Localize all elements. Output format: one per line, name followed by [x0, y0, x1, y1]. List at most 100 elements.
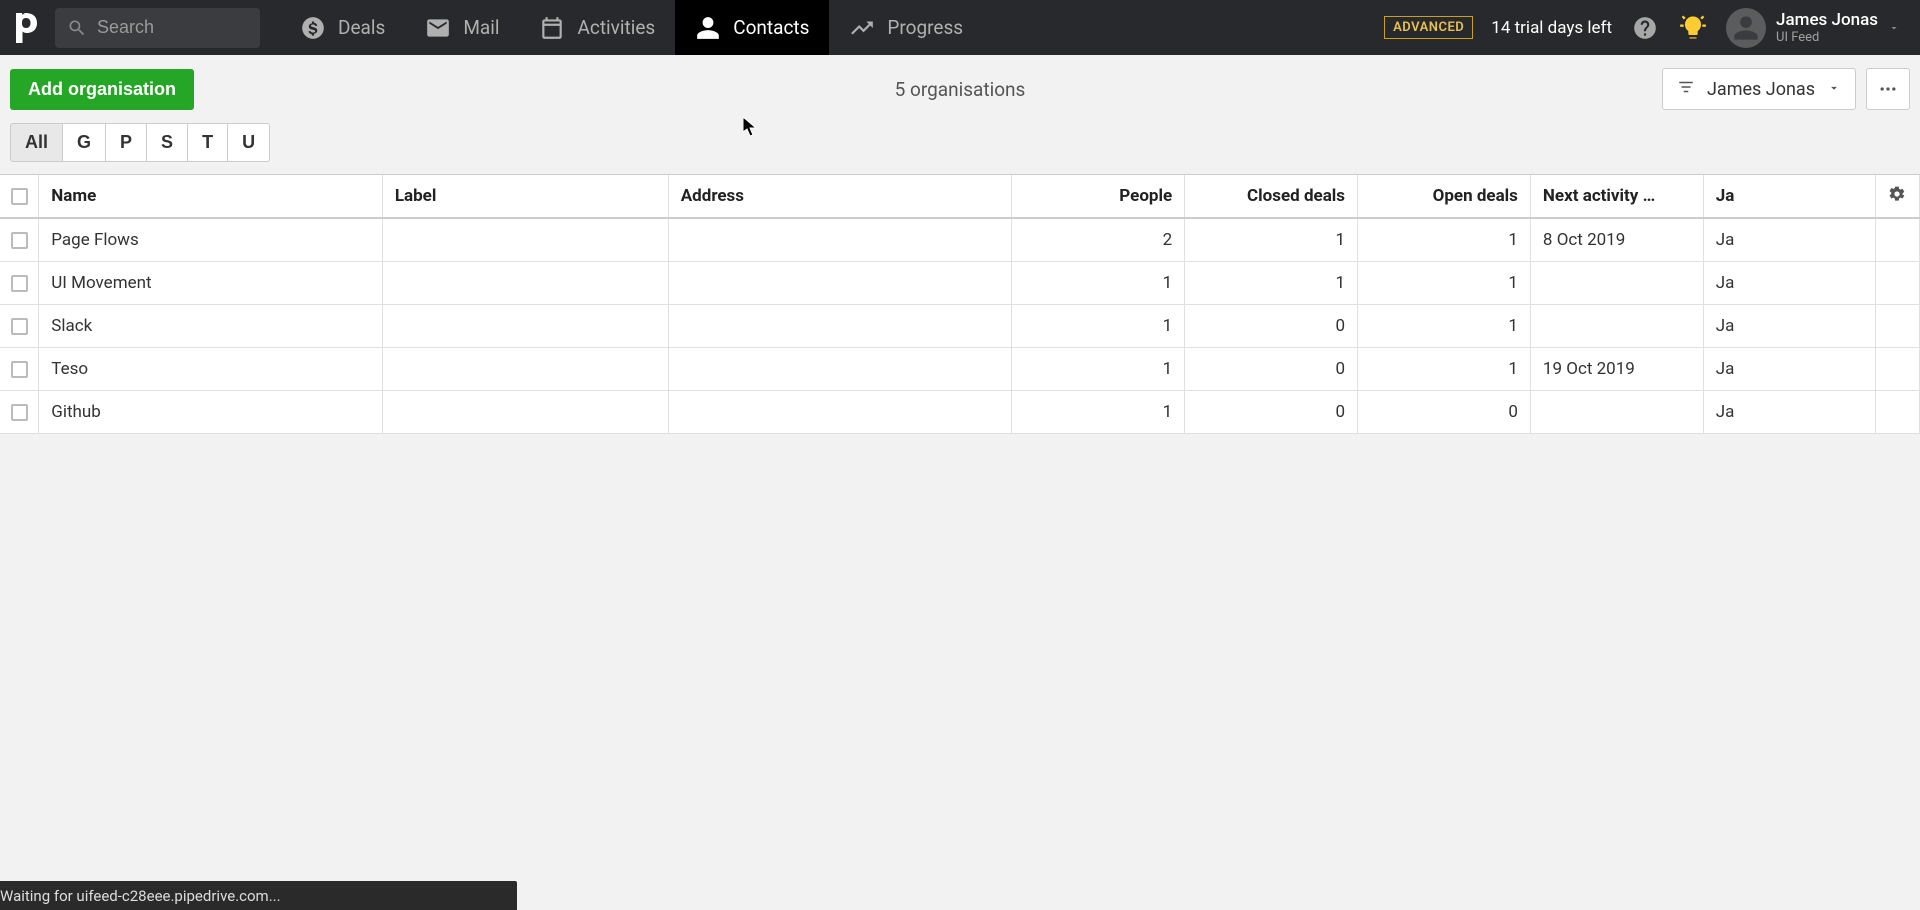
alpha-filter-p[interactable]: P — [105, 123, 147, 162]
cell-next — [1530, 390, 1703, 433]
cell-owner: Ja — [1703, 261, 1875, 304]
nav-contacts[interactable]: Contacts — [675, 0, 829, 55]
cell-label — [382, 390, 668, 433]
nav-activities[interactable]: Activities — [519, 0, 675, 55]
logo[interactable] — [0, 13, 55, 43]
checkbox-icon[interactable] — [11, 188, 28, 205]
table-header-row: Name Label Address People Closed deals O… — [0, 175, 1920, 218]
app-header: Deals Mail Activities Contacts Progress … — [0, 0, 1920, 55]
chevron-down-icon — [1888, 22, 1900, 34]
cell-gear — [1875, 218, 1919, 261]
more-horizontal-icon — [1878, 79, 1898, 99]
user-name: James Jonas — [1776, 10, 1878, 30]
add-organisation-button[interactable]: Add organisation — [10, 69, 194, 110]
table-settings-button[interactable] — [1875, 175, 1919, 218]
cell-name[interactable]: Teso — [39, 347, 383, 390]
nav-label: Progress — [887, 16, 963, 39]
cell-closed: 0 — [1185, 390, 1358, 433]
alpha-filter-t[interactable]: T — [187, 123, 228, 162]
nav-progress[interactable]: Progress — [829, 0, 983, 55]
cell-open: 1 — [1358, 218, 1531, 261]
alpha-filter-u[interactable]: U — [227, 123, 270, 162]
cell-next: 8 Oct 2019 — [1530, 218, 1703, 261]
cell-owner: Ja — [1703, 390, 1875, 433]
table-row[interactable]: Github100Ja — [0, 390, 1920, 433]
gear-icon — [1888, 185, 1906, 203]
checkbox-icon[interactable] — [11, 318, 28, 335]
checkbox-icon[interactable] — [11, 361, 28, 378]
alpha-filter-all[interactable]: All — [10, 123, 63, 162]
cell-label — [382, 347, 668, 390]
trending-icon — [849, 15, 875, 41]
col-label[interactable]: Label — [382, 175, 668, 218]
nav-label: Mail — [463, 16, 499, 39]
chevron-down-icon — [1827, 79, 1841, 100]
col-closed[interactable]: Closed deals — [1185, 175, 1358, 218]
checkbox-icon[interactable] — [11, 232, 28, 249]
cell-open: 0 — [1358, 390, 1531, 433]
cell-people: 1 — [1012, 347, 1185, 390]
cell-name[interactable]: Github — [39, 390, 383, 433]
user-text: James Jonas UI Feed — [1776, 10, 1878, 46]
col-open[interactable]: Open deals — [1358, 175, 1531, 218]
nav-label: Activities — [577, 16, 655, 39]
col-owner[interactable]: Ja — [1703, 175, 1875, 218]
cell-label — [382, 218, 668, 261]
cell-name[interactable]: UI Movement — [39, 261, 383, 304]
col-next-activity[interactable]: Next activity … — [1530, 175, 1703, 218]
col-address[interactable]: Address — [668, 175, 1012, 218]
row-checkbox[interactable] — [0, 218, 39, 261]
filter-icon — [1677, 78, 1695, 101]
cell-gear — [1875, 347, 1919, 390]
trial-days-text[interactable]: 14 trial days left — [1491, 18, 1612, 38]
cell-address — [668, 390, 1012, 433]
checkbox-icon[interactable] — [11, 275, 28, 292]
nav-label: Deals — [338, 16, 385, 39]
nav-mail[interactable]: Mail — [405, 0, 519, 55]
alpha-filter-g[interactable]: G — [62, 123, 106, 162]
row-checkbox[interactable] — [0, 390, 39, 433]
cell-name[interactable]: Slack — [39, 304, 383, 347]
help-button[interactable] — [1630, 13, 1660, 43]
row-checkbox[interactable] — [0, 347, 39, 390]
table-row[interactable]: Slack101Ja — [0, 304, 1920, 347]
main-nav: Deals Mail Activities Contacts Progress — [280, 0, 983, 55]
cell-name[interactable]: Page Flows — [39, 218, 383, 261]
user-company: UI Feed — [1776, 30, 1878, 46]
alpha-filter-s[interactable]: S — [146, 123, 188, 162]
user-menu[interactable]: James Jonas UI Feed — [1726, 8, 1908, 48]
person-icon — [695, 15, 721, 41]
alpha-filter-row: All G P S T U — [0, 123, 1920, 174]
cell-gear — [1875, 261, 1919, 304]
avatar-icon — [1732, 14, 1760, 42]
nav-deals[interactable]: Deals — [280, 0, 405, 55]
cell-next: 19 Oct 2019 — [1530, 347, 1703, 390]
table-row[interactable]: UI Movement111Ja — [0, 261, 1920, 304]
checkbox-icon[interactable] — [11, 404, 28, 421]
cell-closed: 1 — [1185, 261, 1358, 304]
cell-address — [668, 347, 1012, 390]
browser-status-bar: Waiting for uifeed-c28eee.pipedrive.com.… — [0, 881, 517, 910]
nav-label: Contacts — [733, 16, 809, 39]
table-row[interactable]: Teso10119 Oct 2019Ja — [0, 347, 1920, 390]
col-name[interactable]: Name — [39, 175, 383, 218]
search-input[interactable] — [97, 17, 248, 38]
help-icon — [1632, 15, 1658, 41]
global-search[interactable] — [55, 8, 260, 48]
filter-label: James Jonas — [1707, 79, 1815, 100]
tips-button[interactable] — [1678, 13, 1708, 43]
search-icon — [67, 18, 87, 38]
organisation-count: 5 organisations — [895, 78, 1026, 101]
owner-filter-dropdown[interactable]: James Jonas — [1662, 68, 1856, 110]
col-people[interactable]: People — [1012, 175, 1185, 218]
cell-address — [668, 218, 1012, 261]
cell-gear — [1875, 390, 1919, 433]
cell-closed: 1 — [1185, 218, 1358, 261]
select-all-header[interactable] — [0, 175, 39, 218]
table-row[interactable]: Page Flows2118 Oct 2019Ja — [0, 218, 1920, 261]
cell-next — [1530, 261, 1703, 304]
cell-address — [668, 261, 1012, 304]
row-checkbox[interactable] — [0, 304, 39, 347]
row-checkbox[interactable] — [0, 261, 39, 304]
more-actions-button[interactable] — [1866, 68, 1910, 110]
